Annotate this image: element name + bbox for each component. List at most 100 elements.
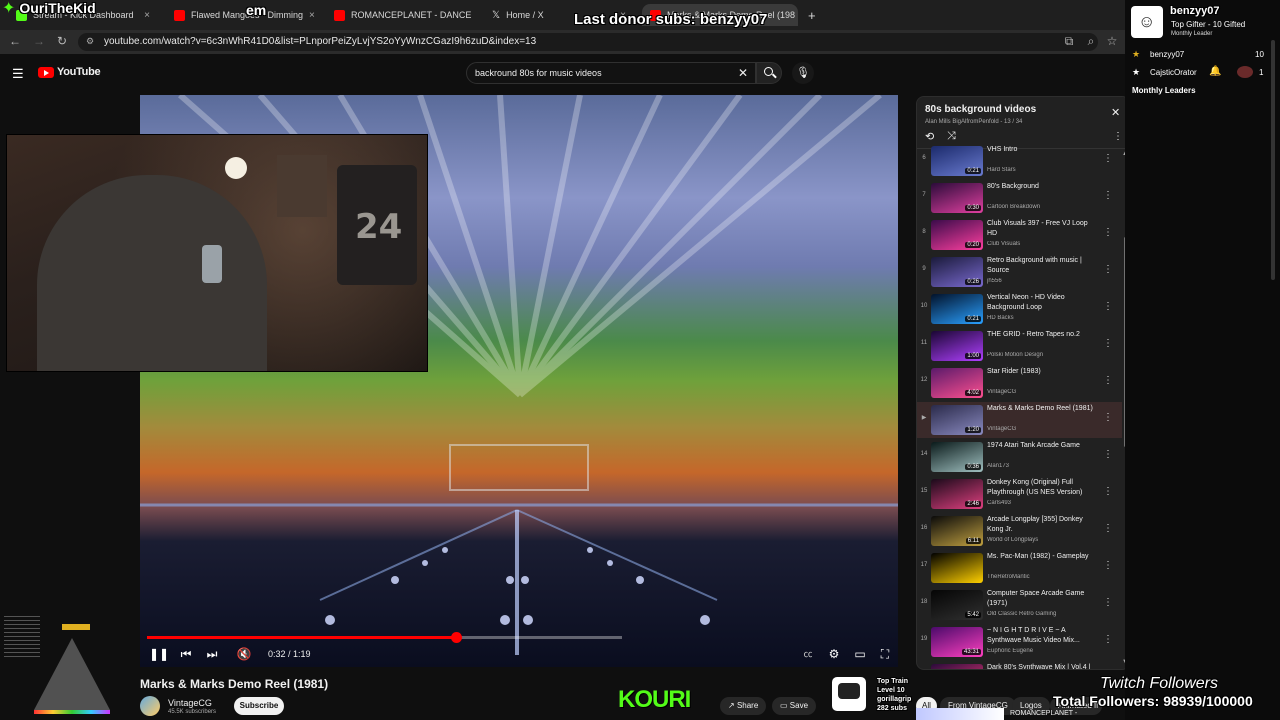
next-video-thumbnail[interactable] (916, 708, 1004, 720)
more-vert-icon[interactable]: ⋮ (1103, 264, 1113, 275)
playlist-title[interactable]: 80s background videos (925, 104, 1036, 115)
playlist-item-thumbnail[interactable]: 43:31 (931, 627, 983, 657)
playlist-item[interactable]: 7 0:30 80's Background Cartoon Breakdown ⋮ (917, 180, 1122, 216)
close-icon[interactable]: × (477, 10, 478, 21)
playlist-item-title[interactable]: Vertical Neon - HD Video Background Loop (987, 293, 1099, 313)
back-icon[interactable]: ← (8, 34, 22, 48)
playlist-item[interactable]: 11 1:00 THE GRID - Retro Tapes no.2 Polski … (917, 328, 1122, 364)
share-button[interactable]: ↗ Share (720, 697, 767, 715)
playlist-item[interactable]: 17 Ms. Pac-Man (1982) - Gameplay TheRetroM… (917, 550, 1122, 586)
playlist-item[interactable]: 8 0:20 Club Visuals 397 - Free VJ Loop HD C… (917, 217, 1122, 253)
playlist-item-title[interactable]: Dark 80's Synthwave Mix | Vol.4 | Strang… (987, 663, 1099, 669)
clear-search-icon[interactable]: ✕ (738, 66, 748, 80)
playlist-item[interactable]: 19 43:31 ~ N I G H T D R I V E ~ A Synthwa… (917, 624, 1122, 660)
playlist-item[interactable]: 14 0:36 1974 Atari Tank Arcade Game Alan173… (917, 439, 1122, 475)
playlist-item-title[interactable]: Club Visuals 397 - Free VJ Loop HD (987, 219, 1099, 239)
zoom-icon[interactable]: ⌕ (1084, 34, 1098, 49)
shuffle-icon[interactable]: ⤨ (947, 130, 956, 143)
subscribe-button[interactable]: Subscribe (234, 697, 284, 715)
playlist-item-thumbnail[interactable]: 2:46 (931, 479, 983, 509)
more-vert-icon[interactable]: ⋮ (1103, 634, 1113, 645)
channel-avatar[interactable] (140, 696, 160, 716)
playlist-item[interactable]: 12 4:02 Star Rider (1983) VintageCG ⋮ (917, 365, 1122, 401)
channel-name[interactable]: VintageCG (168, 698, 212, 708)
previous-icon[interactable]: ⏮ (178, 647, 194, 662)
playlist-item-title[interactable]: THE GRID - Retro Tapes no.2 (987, 330, 1099, 340)
playlist-item[interactable]: 9 0:26 Retro Background with music | Sourc… (917, 254, 1122, 290)
fullscreen-icon[interactable]: ⛶ (877, 647, 893, 662)
search-button[interactable] (756, 62, 782, 84)
playlist-item-thumbnail[interactable]: 0:21 (931, 294, 983, 324)
playlist-item-thumbnail[interactable]: 0:36 (931, 442, 983, 472)
more-vert-icon[interactable]: ⋮ (1113, 131, 1123, 142)
close-icon[interactable]: × (309, 10, 315, 21)
bell-icon[interactable]: 🔔 (1209, 66, 1221, 77)
voice-search-button[interactable]: 🎙 (792, 62, 814, 84)
playlist-item[interactable]: 20Dark 80's Synthwave Mix | Vol.4 | Stra… (917, 661, 1122, 669)
more-vert-icon[interactable]: ⋮ (1103, 597, 1113, 608)
address-bar[interactable]: youtube.com/watch?v=6c3nWhR41D0&list=PLn… (78, 33, 1098, 51)
loop-icon[interactable]: ⟲ (925, 130, 934, 143)
next-icon[interactable]: ⏭ (204, 647, 220, 662)
playlist-item[interactable]: 6 0:21 VHS Intro Hard Stars ⋮ (917, 143, 1122, 179)
more-vert-icon[interactable]: ⋮ (1103, 227, 1113, 238)
mute-icon[interactable]: 🔇 (236, 647, 252, 661)
playlist-item-thumbnail[interactable]: 5:42 (931, 590, 983, 620)
more-vert-icon[interactable]: ⋮ (1103, 486, 1113, 497)
tab-romanceplanet[interactable]: ROMANCEPLANET - DANCE × (326, 4, 478, 26)
playlist-item-title[interactable]: Ms. Pac-Man (1982) - Gameplay (987, 552, 1099, 562)
playlist-item-title[interactable]: 1974 Atari Tank Arcade Game (987, 441, 1099, 451)
settings-gear-icon[interactable]: ⚙ (826, 647, 842, 661)
forward-icon[interactable]: → (32, 34, 46, 48)
playlist-item-title[interactable]: Computer Space Arcade Game (1971) (987, 589, 1099, 609)
more-vert-icon[interactable]: ⋮ (1103, 375, 1113, 386)
install-icon[interactable]: ⧉ (1062, 34, 1076, 49)
playlist-item[interactable]: 16 6:11 Arcade Longplay [355] Donkey Kong … (917, 513, 1122, 549)
playlist-item-title[interactable]: Donkey Kong (Original) Full Playthrough … (987, 478, 1099, 498)
next-video-title[interactable]: ROMANCEPLANET - (1010, 710, 1077, 717)
new-tab-button[interactable]: + (800, 4, 820, 26)
tab-flawed-mangoes[interactable]: Flawed Mangoes - Dimming × (166, 4, 318, 26)
playlist-item-thumbnail[interactable]: 0:26 (931, 257, 983, 287)
playlist-item-thumbnail[interactable]: 0:30 (931, 183, 983, 213)
miniplayer-icon[interactable]: ▭ (852, 647, 868, 661)
playlist-item-title[interactable]: Star Rider (1983) (987, 367, 1099, 377)
playlist-item[interactable]: 18 5:42 Computer Space Arcade Game (1971) O… (917, 587, 1122, 623)
pause-icon[interactable]: ❚❚ (149, 647, 169, 661)
playlist-item-title[interactable]: Marks & Marks Demo Reel (1981) (987, 404, 1099, 414)
close-icon[interactable]: × (144, 10, 150, 21)
playlist-item-title[interactable]: Retro Background with music | Source (987, 256, 1099, 276)
more-vert-icon[interactable]: ⋮ (1103, 301, 1113, 312)
playlist-item-thumbnail[interactable]: 1:20 (931, 405, 983, 435)
playlist-item-thumbnail[interactable]: 1:00 (931, 331, 983, 361)
playlist-item-title[interactable]: VHS Intro (987, 145, 1099, 155)
playlist-item-thumbnail[interactable]: 0:20 (931, 220, 983, 250)
search-input[interactable]: backround 80s for music videos (466, 62, 756, 84)
close-icon[interactable]: ✕ (1111, 106, 1120, 119)
scrollbar[interactable] (1271, 40, 1275, 280)
avatar[interactable] (1237, 66, 1253, 78)
playlist-item-thumbnail[interactable] (931, 664, 983, 669)
save-button[interactable]: ▭ Save (772, 697, 817, 715)
bookmark-star-icon[interactable]: ☆ (1105, 34, 1119, 48)
reload-icon[interactable]: ↻ (55, 34, 69, 48)
more-vert-icon[interactable]: ⋮ (1103, 190, 1113, 201)
playlist-item-thumbnail[interactable]: 0:21 (931, 146, 983, 176)
site-info-icon[interactable]: ⚙ (86, 36, 94, 47)
playlist-item-thumbnail[interactable]: 4:02 (931, 368, 983, 398)
more-vert-icon[interactable]: ⋮ (1103, 523, 1113, 534)
playlist-item-thumbnail[interactable] (931, 553, 983, 583)
playlist-item-current[interactable]: ▶ 1:20 Marks & Marks Demo Reel (1981) Vinta… (917, 402, 1122, 438)
more-vert-icon[interactable]: ⋮ (1103, 412, 1113, 423)
playlist-item-title[interactable]: ~ N I G H T D R I V E ~ A Synthwave Musi… (987, 626, 1099, 646)
scrubber-handle[interactable] (451, 632, 462, 643)
playlist-item[interactable]: 10 0:21 Vertical Neon - HD Video Backgroun… (917, 291, 1122, 327)
more-vert-icon[interactable]: ⋮ (1103, 560, 1113, 571)
playlist-item-title[interactable]: Arcade Longplay [355] Donkey Kong Jr. (987, 515, 1099, 535)
playlist-item-title[interactable]: 80's Background (987, 182, 1099, 192)
more-vert-icon[interactable]: ⋮ (1103, 338, 1113, 349)
youtube-logo[interactable]: YouTube (38, 66, 101, 78)
more-vert-icon[interactable]: ⋮ (1103, 153, 1113, 164)
more-vert-icon[interactable]: ⋮ (1103, 449, 1113, 460)
menu-icon[interactable]: ☰ (12, 66, 24, 82)
